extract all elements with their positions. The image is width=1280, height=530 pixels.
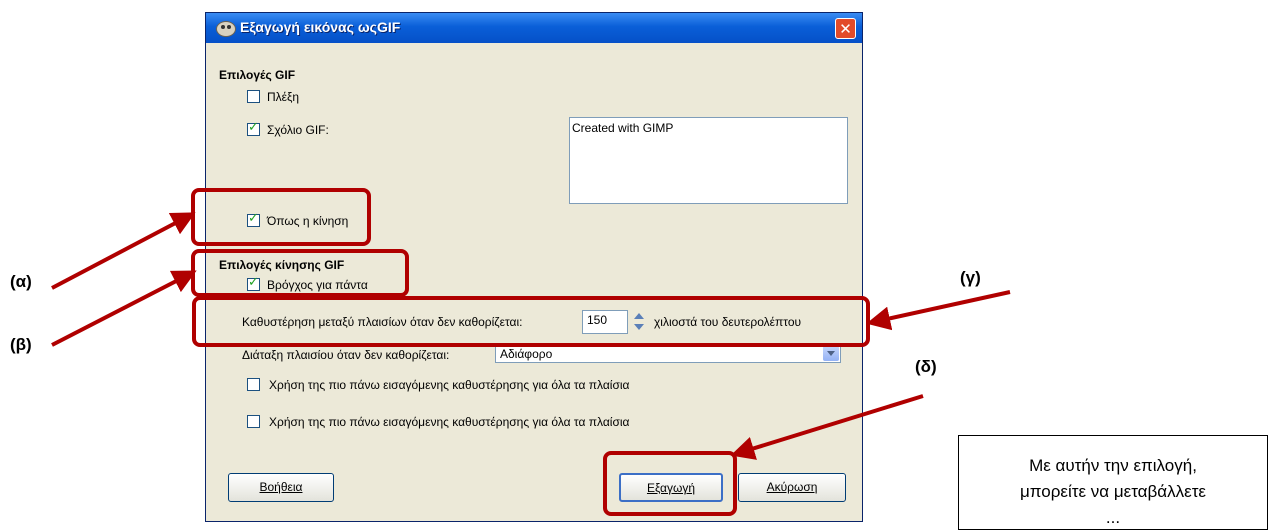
arrow-d — [730, 394, 924, 460]
callout-a: (α) — [10, 272, 32, 291]
callout-d: (δ) — [915, 357, 937, 376]
arrow-a — [51, 212, 196, 290]
callout-b: (β) — [10, 335, 32, 354]
callout-c: (γ) — [960, 268, 981, 287]
arrow-b — [51, 270, 197, 347]
note-line-1: Με αυτήν την επιλογή, — [1029, 456, 1197, 475]
note-line-3: ... — [1105, 508, 1121, 527]
explanation-note: Με αυτήν την επιλογή, μπορείτε να μεταβά… — [958, 435, 1268, 530]
note-line-2: μπορείτε να μεταβάλλετε — [1020, 482, 1206, 501]
arrow-c — [866, 290, 1011, 331]
